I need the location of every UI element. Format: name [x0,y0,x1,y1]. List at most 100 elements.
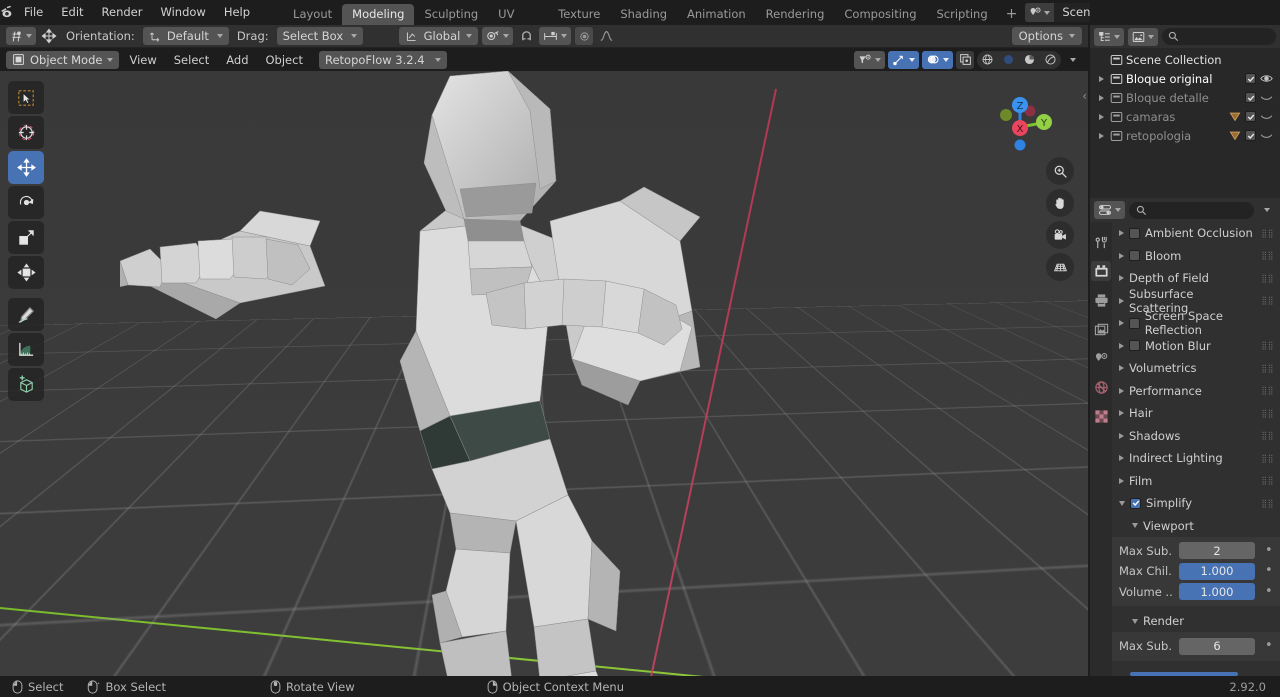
animate-dot-icon[interactable]: • [1265,641,1273,651]
workspace-tab-animation[interactable]: Animation [677,4,756,25]
disclosure-triangle[interactable] [1096,114,1107,120]
outliner-checkbox[interactable] [1245,130,1256,141]
chevron-right-icon[interactable] [1119,478,1124,484]
field-value[interactable]: 2 [1179,542,1255,559]
chevron-right-icon[interactable] [1119,343,1124,349]
properties-panel-volumetrics[interactable]: Volumetrics ⣿⣿ [1112,357,1280,380]
mesh-data-icon[interactable] [1229,130,1241,142]
workspace-tab-sculpting[interactable]: Sculpting [414,4,488,25]
panel-checkbox[interactable] [1129,250,1140,261]
properties-menu-icon[interactable] [1258,201,1276,219]
transform-pivot-dropdown[interactable]: Global [399,27,479,45]
properties-panel-performance[interactable]: Performance ⣿⣿ [1112,380,1280,403]
transform-tool-icon[interactable] [8,256,44,289]
add-workspace-button[interactable]: + [998,4,1026,25]
field-value[interactable]: 1.000 [1179,583,1255,600]
drag-dropdown[interactable]: Select Box [277,27,363,45]
add-cube-tool-icon[interactable] [8,368,44,401]
disclosure-triangle[interactable] [1096,133,1107,139]
sidebar-collapse-icon[interactable]: ‹ [1082,89,1087,103]
shading-solid[interactable] [998,51,1019,69]
3d-viewport[interactable]: Z Y X ‹ [0,71,1088,676]
viewport-menu-select[interactable]: Select [167,51,216,69]
workspace-tab-compositing[interactable]: Compositing [834,4,926,25]
animate-dot-icon[interactable]: • [1265,566,1273,576]
camera-view-icon[interactable] [1046,221,1074,249]
low-poly-humanoid-mesh[interactable] [120,71,760,676]
select-box-tool-icon[interactable] [8,81,44,114]
properties-tab-world[interactable] [1091,377,1111,397]
properties-panel-bloom[interactable]: Bloom ⣿⣿ [1112,245,1280,268]
snap-settings-dropdown[interactable] [539,27,571,45]
scene-icon[interactable] [1025,3,1054,22]
ortho-persp-icon[interactable] [1046,253,1074,281]
chevron-right-icon[interactable] [1119,455,1124,461]
workspace-tab-rendering[interactable]: Rendering [756,4,835,25]
workspace-tab-layout[interactable]: Layout [283,4,342,25]
properties-panel-indirect-lighting[interactable]: Indirect Lighting ⣿⣿ [1112,447,1280,470]
animate-dot-icon[interactable]: • [1265,546,1273,556]
blender-logo-icon[interactable] [0,0,15,25]
workspace-tab-modeling[interactable]: Modeling [342,4,414,25]
outliner-row-scene-collection[interactable]: Scene Collection [1090,50,1280,69]
transform-gizmo-icon[interactable] [40,27,58,45]
properties-tab-tool[interactable] [1091,232,1111,252]
properties-panel-film[interactable]: Film ⣿⣿ [1112,470,1280,493]
panel-checkbox[interactable] [1129,318,1140,329]
cursor-tool-icon[interactable] [8,116,44,149]
pivot-point-dropdown[interactable] [482,27,513,45]
properties-tab-output[interactable] [1091,290,1111,310]
properties-panel-shadows[interactable]: Shadows ⣿⣿ [1112,425,1280,448]
retopoflow-menu[interactable]: RetopoFlow 3.2.4 [319,51,447,69]
field-value[interactable]: 6 [1179,638,1255,655]
outliner-checkbox[interactable] [1245,73,1256,84]
chevron-right-icon[interactable] [1119,365,1124,371]
viewport-menu-object[interactable]: Object [259,51,310,69]
disclosure-triangle[interactable] [1096,95,1107,101]
workspace-tab-shading[interactable]: Shading [610,4,677,25]
properties-panel-screen-space-reflection[interactable]: Screen Space Reflection [1112,312,1280,335]
outliner-row-camaras[interactable]: camaras [1090,107,1280,126]
options-dropdown[interactable]: Options [1012,27,1082,45]
properties-search-input[interactable] [1129,202,1254,219]
chevron-down-icon[interactable] [1119,501,1125,506]
properties-panel-ambient-occlusion[interactable]: Ambient Occlusion ⣿⣿ [1112,222,1280,245]
navigation-gizmo[interactable]: Z Y X [980,79,1060,159]
properties-panel-list[interactable]: Ambient Occlusion ⣿⣿ Bloom ⣿⣿ Depth of F… [1112,222,1280,676]
properties-tab-view-layer[interactable] [1091,319,1111,339]
menu-window[interactable]: Window [151,3,214,22]
shading-dropdown-icon[interactable] [1064,51,1082,69]
eye-closed-icon[interactable] [1260,130,1273,141]
eye-closed-icon[interactable] [1260,111,1273,122]
panel-checkbox[interactable] [1129,340,1140,351]
properties-tab-texture[interactable] [1091,406,1111,426]
viewport-menu-add[interactable]: Add [219,51,255,69]
viewport-menu-view[interactable]: View [122,51,163,69]
field-value[interactable]: 1.000 [1179,563,1255,580]
outliner-filter-icon[interactable] [1128,28,1158,46]
scale-tool-icon[interactable] [8,221,44,254]
menu-render[interactable]: Render [93,3,152,22]
simplify-checkbox[interactable] [1130,498,1141,509]
zoom-icon[interactable] [1046,157,1074,185]
properties-panel-simplify[interactable]: Simplify ⣿⣿ [1112,492,1280,515]
shading-rendered[interactable] [1040,51,1061,69]
workspace-tab-scripting[interactable]: Scripting [927,4,998,25]
magnet-icon[interactable] [517,27,535,45]
chevron-right-icon[interactable] [1119,253,1124,259]
rotate-tool-icon[interactable] [8,186,44,219]
outliner-row-bloque-detalle[interactable]: Bloque detalle [1090,88,1280,107]
chevron-right-icon[interactable] [1119,320,1124,326]
simplify-render-subpanel[interactable]: Render [1112,610,1280,632]
outliner-row-retopologia[interactable]: retopologia [1090,126,1280,145]
properties-tab-scene[interactable] [1091,348,1111,368]
active-tool-icon[interactable] [6,27,36,45]
chevron-down-icon[interactable] [1132,619,1138,624]
animate-dot-icon[interactable]: • [1265,587,1273,597]
properties-tab-render[interactable] [1091,261,1111,281]
properties-panel-motion-blur[interactable]: Motion Blur ⣿⣿ [1112,335,1280,358]
workspace-tab-uv-editing[interactable]: UV Editing [488,4,548,25]
camera-data-icon[interactable] [1229,111,1241,123]
chevron-right-icon[interactable] [1119,230,1124,236]
disclosure-triangle[interactable] [1096,76,1107,82]
